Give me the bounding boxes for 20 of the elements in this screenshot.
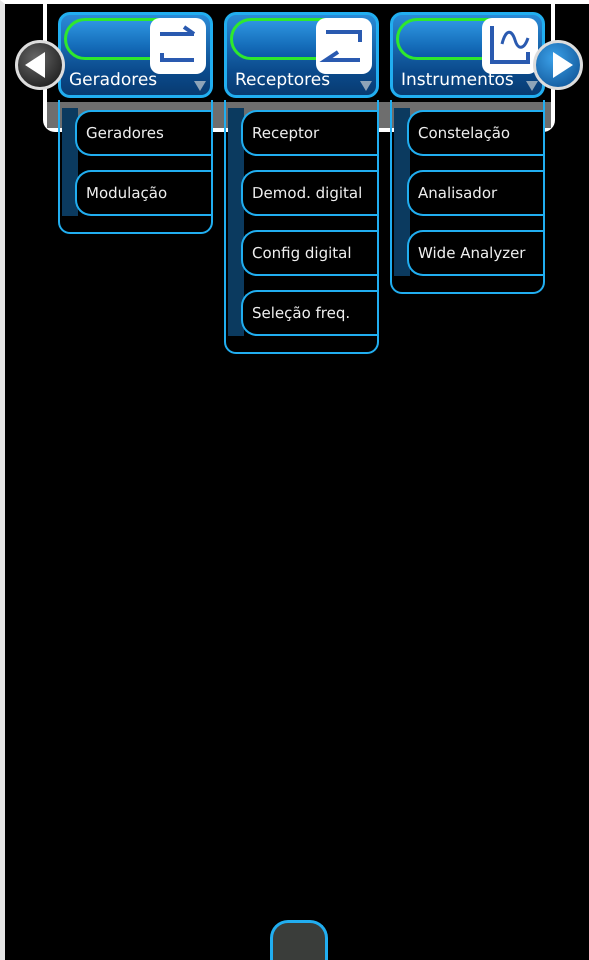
previous-button[interactable] <box>15 40 65 90</box>
menu-item[interactable]: Config digital <box>241 230 377 276</box>
dropdown-caret-icon <box>194 81 206 91</box>
menu-item[interactable]: Geradores <box>75 110 211 156</box>
menu-item[interactable]: Constelação <box>407 110 543 156</box>
menu-header-button[interactable]: Geradores <box>58 12 213 98</box>
menu-item[interactable]: Demod. digital <box>241 170 377 216</box>
dropdown-caret-icon <box>360 81 372 91</box>
menu-item[interactable]: Analisador <box>407 170 543 216</box>
bottom-handle[interactable] <box>270 920 328 960</box>
menu-item[interactable]: Receptor <box>241 110 377 156</box>
menu-header-button[interactable]: Receptores <box>224 12 379 98</box>
swap-arrows-icon <box>150 18 206 74</box>
wave-chart-icon <box>482 18 538 74</box>
menu-header-button[interactable]: Instrumentos <box>390 12 545 98</box>
next-button[interactable] <box>533 40 583 90</box>
dropdown-caret-icon <box>526 81 538 91</box>
menu-item[interactable]: Modulação <box>75 170 211 216</box>
menu-item[interactable]: Wide Analyzer <box>407 230 543 276</box>
menu-item[interactable]: Seleção freq. <box>241 290 377 336</box>
